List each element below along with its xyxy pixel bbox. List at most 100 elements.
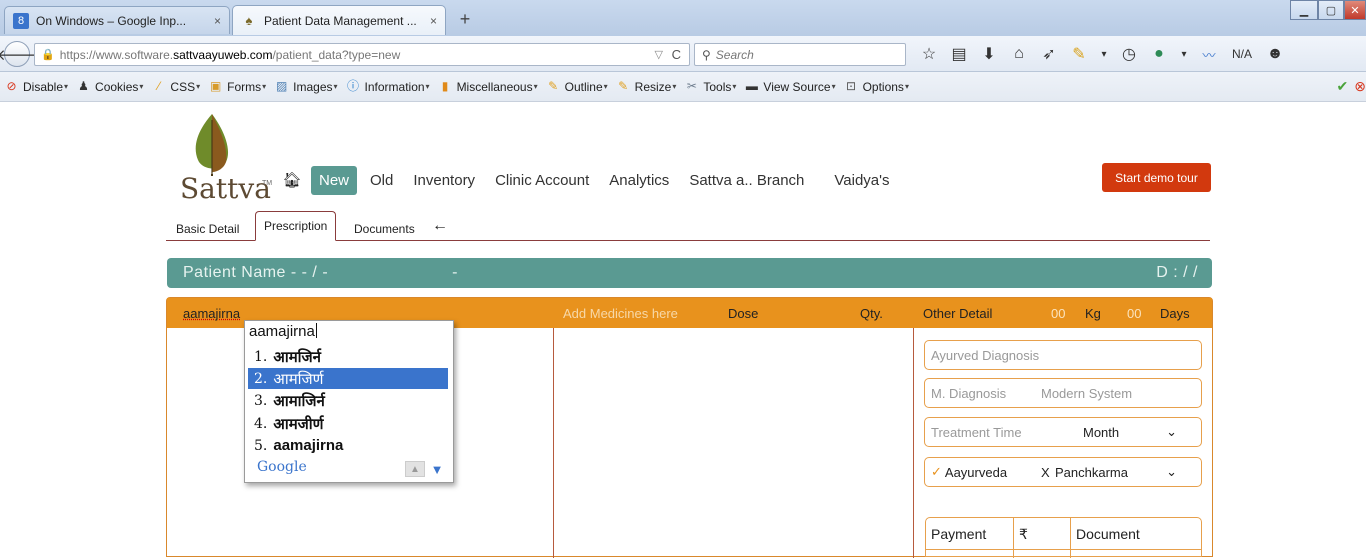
reload-icon[interactable]: C [672,47,681,62]
nav-inventory[interactable]: Inventory [406,167,482,194]
nav-branch[interactable]: Sattva a.. Branch [682,167,811,194]
tab-close-icon[interactable]: × [430,14,437,28]
suggestion-word: आमजिर्ण [273,369,323,389]
browser-tab-strip: 8 On Windows – Google Inp... × ♠ Patient… [0,0,1366,36]
suggestion-item-selected[interactable]: 2. आमजिर्ण [248,368,448,389]
history-icon[interactable]: ◷ [1114,44,1144,64]
chart-extension-icon[interactable]: 〰 [1194,45,1224,64]
nav-vaidyas[interactable]: Vaidya's [827,167,896,194]
bookmark-label: Resize [635,80,672,94]
bookmark-item[interactable]: ▬ View Source ▾ [744,79,835,94]
suggestion-word: आमजिर्न [273,347,321,367]
bookmark-label: Miscellaneous [457,80,533,94]
treatment-unit-select[interactable]: Month [1083,425,1119,440]
next-page-icon[interactable]: ▼ [427,461,447,477]
tab-close-icon[interactable]: × [214,14,221,28]
suggestion-word: आमाजिर्न [273,391,325,411]
modern-diagnosis-field[interactable]: M. Diagnosis Modern System [924,378,1202,408]
css-icon: ⁄ [151,79,166,94]
google-logo: Google [257,459,307,475]
search-icon: ⚲ [702,48,711,62]
bookmark-label: Information [365,80,425,94]
aayurveda-option[interactable]: Aayurveda [945,465,1007,480]
suggestion-item[interactable]: 3. आमाजिर्न [248,390,448,411]
tab-basic-detail[interactable]: Basic Detail [168,217,247,241]
bookmark-item[interactable]: ⊘ Disable ▾ [4,79,68,94]
browser-tab-google-input[interactable]: 8 On Windows – Google Inp... × [4,6,230,34]
tab-prescription[interactable]: Prescription [255,211,336,241]
treatment-time-placeholder: Treatment Time [931,425,1022,440]
chevron-down-icon[interactable]: ⌄ [1166,464,1177,480]
suggestion-number: 4. [254,416,267,432]
home-icon[interactable]: 🏠︎ [279,171,305,189]
modern-diagnosis-placeholder: M. Diagnosis [931,386,1006,401]
tab-documents[interactable]: Documents [346,217,423,241]
browser-tab-patient-data[interactable]: ♠ Patient Data Management ... × [232,5,446,35]
kg-label: Kg [1085,306,1101,321]
new-tab-button[interactable]: + [452,9,478,31]
home-icon[interactable]: ⌂ [1004,45,1034,63]
ayurved-diagnosis-placeholder: Ayurved Diagnosis [931,348,1039,363]
nav-old[interactable]: Old [363,167,400,194]
add-medicines-input[interactable]: Add Medicines here [563,306,678,321]
back-arrow-icon[interactable]: 🡐 [4,41,30,67]
nav-clinic-account[interactable]: Clinic Account [488,167,596,194]
google-icon: 8 [13,13,29,29]
logo-text: Sattva [180,172,271,205]
outline-icon: ✎ [546,79,561,94]
days-input[interactable]: 00 [1127,306,1141,321]
url-dropdown-icon[interactable]: ▽ [655,48,663,61]
download-icon[interactable]: ⬇ [974,44,1004,64]
extension-icon[interactable]: ✎ [1064,44,1094,64]
trademark-mark: TM [262,180,272,187]
forms-icon: ▣ [208,79,223,94]
bookmark-item[interactable]: ✎ Resize ▾ [616,79,677,94]
cookies-icon: ♟ [76,79,91,94]
suggestion-item[interactable]: 4. आमजीर्ण [248,413,448,434]
bookmark-item[interactable]: ✎ Outline ▾ [546,79,608,94]
lock-icon: 🔒 [41,48,55,61]
therapy-type-field[interactable]: ✓ Aayurveda X Panchkarma ⌄ [924,457,1202,487]
bookmark-item[interactable]: ⁄ CSS ▾ [151,79,200,94]
ayurved-diagnosis-field[interactable]: Ayurved Diagnosis [924,340,1202,370]
previous-page-icon[interactable]: ▲ [405,461,425,477]
send-icon[interactable]: ➶ [1034,44,1064,64]
globe-icon[interactable]: ● [1144,45,1174,63]
ime-typed-value: aamajirna [249,323,315,340]
bookmark-item[interactable]: ✂ Tools ▾ [684,79,736,94]
panchkarma-option[interactable]: Panchkarma [1055,465,1128,480]
bookmark-item[interactable]: ▮ Miscellaneous ▾ [438,79,538,94]
chevron-down-icon[interactable]: ⌄ [1166,424,1177,440]
dropdown-icon[interactable]: ▾ [1094,49,1114,60]
bookmark-item[interactable]: ▨ Images ▾ [274,79,337,94]
back-arrow-icon[interactable]: ← [432,217,448,235]
close-window-icon[interactable]: ✕ [1344,0,1366,20]
suggestion-item[interactable]: 1. आमजिर्न [248,346,448,367]
suggestion-item[interactable]: 5. aamajirna [248,435,448,456]
chat-icon[interactable]: ☻ [1260,45,1290,63]
bookmark-item[interactable]: ▣ Forms ▾ [208,79,266,94]
bookmark-label: Disable [23,80,63,94]
google-brand-text: Google [257,459,307,475]
address-bar[interactable]: 🔒 https://www.software. sattvaayuweb.com /… [34,43,690,66]
kg-input[interactable]: 00 [1051,306,1065,321]
reading-list-icon[interactable]: ▤ [944,44,974,64]
bookmark-label: Tools [703,80,731,94]
column-divider [553,328,554,558]
sattva-logo[interactable]: Sattva TM [178,112,268,204]
dropdown-icon[interactable]: ▾ [1174,49,1194,60]
nav-analytics[interactable]: Analytics [602,167,676,194]
error-icon[interactable]: ⊗ [1354,78,1366,95]
nav-new[interactable]: New [311,166,357,195]
diagnosis-input[interactable]: aamajirna [183,306,240,321]
bookmark-item[interactable]: ♟ Cookies ▾ [76,79,143,94]
treatment-time-field[interactable]: Treatment Time Month ⌄ [924,417,1202,447]
bookmark-item[interactable]: ⊡ Options ▾ [844,79,909,94]
bookmark-item[interactable]: ⓘ Information ▾ [346,79,430,94]
start-demo-tour-button[interactable]: Start demo tour [1102,163,1211,192]
maximize-icon[interactable]: ▢ [1318,0,1344,20]
bookmark-star-icon[interactable]: ☆ [914,44,944,64]
search-input[interactable]: ⚲ Search [694,43,906,66]
minimize-icon[interactable]: ▁ [1290,0,1318,20]
check-icon[interactable]: ✔ [1337,78,1349,95]
